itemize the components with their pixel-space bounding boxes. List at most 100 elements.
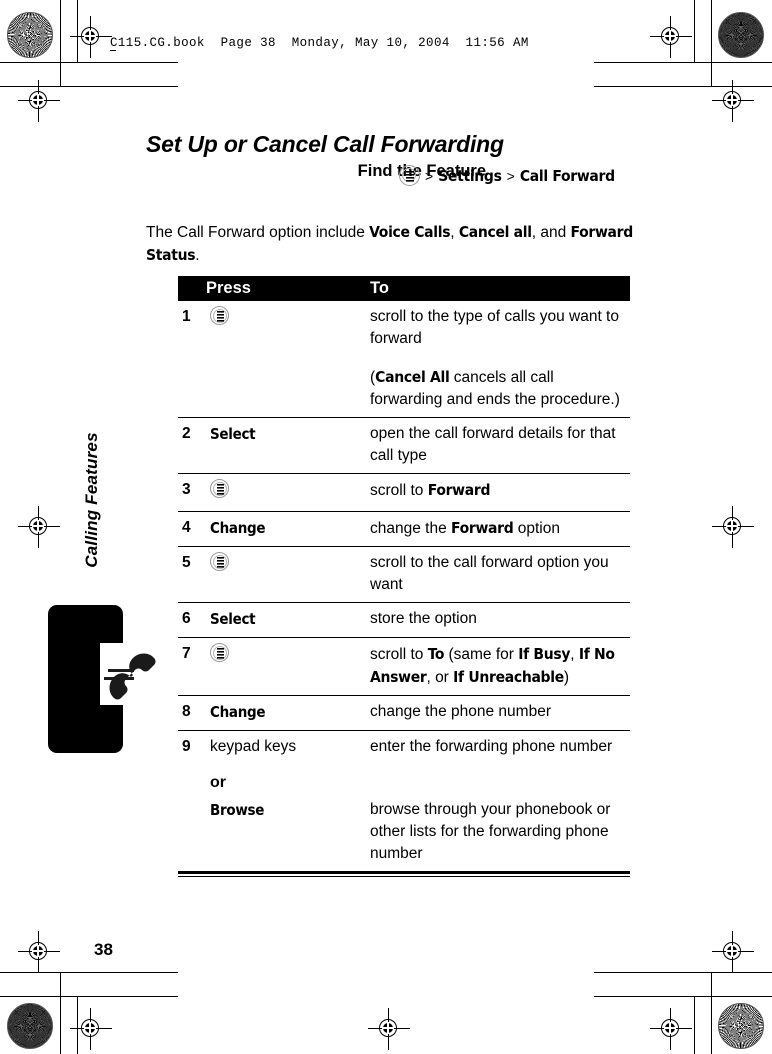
table-header-press: Press [206,279,251,297]
step-number: 6 [182,610,191,627]
table-bottom-rule [178,871,630,877]
table-row: 9 keypad keys enter the forwarding phone… [178,731,630,764]
step-press-cell: Change [202,517,370,540]
crop-line-tr-v [711,0,712,86]
table-header-row: Press To [178,276,630,301]
step-to-note: (Cancel All cancels all call forwarding … [370,366,626,411]
step-to-prefix: scroll to [370,482,428,499]
menu-path-settings: Settings [438,166,502,185]
alternative-separator-row: or [178,764,630,794]
find-the-feature-row: Find the Feature > Settings > Call Forwa… [146,160,636,188]
starburst-target-bl [7,1003,53,1049]
step-to-cell: open the call forward details for that c… [370,425,616,464]
step-press-cell: Change [202,701,370,724]
softkey-label-browse: Browse [210,801,265,819]
step-press-cell: Select [202,423,370,446]
intro-text-mid1: , [450,223,459,241]
table-row: 6 Select store the option [178,603,630,638]
step-to-suffix: ) [563,669,570,686]
crop-line-br-h2 [594,996,772,997]
registration-target-upper-right [712,80,754,122]
procedure-table: Press To 1 scroll to the type of calls y… [178,276,630,877]
registration-target-bottom-left [70,1008,112,1050]
note-term-cancel-all: Cancel All [375,368,450,386]
crop-line-br-v2 [694,996,695,1054]
crop-line-br-h [594,972,772,973]
step-to-mid3: , or [426,669,454,686]
step-to-term-to: To [427,645,445,663]
crop-line-tl-h [0,62,178,63]
step-to-cell: store the option [370,610,477,627]
crop-line-tr-v2 [694,0,695,62]
table-row: 2 Select open the call forward details f… [178,418,630,474]
step-press-cell: Browse [202,799,370,822]
softkey-label-select: Select [210,610,256,628]
menu-key-icon [210,552,229,571]
menu-key-icon [399,165,420,186]
step-to-cell: scroll to the call forward option you wa… [370,554,609,593]
intro-paragraph: The Call Forward option include Voice Ca… [146,221,636,267]
intro-term-cancel-all: Cancel all [458,222,532,241]
registration-target-top-right [650,16,692,58]
intro-text-after: . [195,246,200,264]
step-to-mid2: , [570,646,579,663]
step-number: 4 [182,519,191,536]
table-row: 5 scroll to the call forward option you … [178,547,630,603]
or-spacer [178,774,202,792]
running-file-header: C115.CG.book Page 38 Monday, May 10, 200… [110,36,529,50]
path-separator-2: > [506,167,515,184]
table-row: Browse browse through your phonebook or … [178,794,630,871]
table-header-to: To [370,279,389,297]
registration-target-top-left [70,16,112,58]
step-press-cell: keypad keys [202,736,370,758]
step-to-prefix: scroll to [370,646,428,663]
step-number: 7 [182,645,191,662]
step-number: 3 [182,481,191,498]
step-to-cell: scroll to To (same for If Busy, If No An… [370,643,630,689]
find-the-feature-path: > Settings > Call Forward [399,165,615,186]
starburst-target-br [718,1003,764,1049]
intro-term-voice-calls: Voice Calls [369,222,451,241]
menu-path-call-forward: Call Forward [519,166,615,185]
step-press-cell [202,552,370,578]
step-to-text: scroll to the type of calls you want to … [370,308,619,347]
step-number: 8 [182,703,191,720]
registration-target-bottom-right [650,1008,692,1050]
starburst-target-tl [7,12,53,58]
table-row: 8 Change change the phone number [178,696,630,731]
menu-key-icon [210,643,229,662]
starburst-target-tr [718,12,764,58]
softkey-label-change: Change [210,703,266,721]
step-to-cell: change the Forward option [370,517,630,540]
table-row: 3 scroll to Forward [178,474,630,512]
menu-key-icon [210,479,229,498]
registration-target-mid-left [18,506,60,548]
chapter-label: Calling Features [82,432,101,568]
step-to-term-forward: Forward [427,481,491,499]
step-to-prefix: change the [370,520,452,537]
crop-line-tr-h [594,62,772,63]
step-press-cell: Select [202,608,370,631]
step-press-cell [202,306,370,332]
step-to-term-if-unreachable: If Unreachable [453,668,564,686]
step-press-cell [202,643,370,669]
step-press-cell [202,479,370,505]
registration-target-mid-right [712,506,754,548]
crop-line-bl-v [60,972,61,1054]
step-number: 5 [182,554,191,571]
path-separator-1: > [425,167,434,184]
step-to-cell: scroll to the type of calls you want to … [370,306,630,411]
step-to-term-forward: Forward [451,519,514,537]
registration-target-upper-left [18,80,60,122]
or-label: or [210,774,226,791]
table-row: 1 scroll to the type of calls you want t… [178,301,630,418]
registration-target-bottom-center [368,1008,410,1050]
step-to-mid1: (same for [444,646,519,663]
step-to-term-if-busy: If Busy [518,645,571,663]
crop-line-bl-h2 [0,996,178,997]
table-row: 7 scroll to To (same for If Busy, If No … [178,638,630,696]
step-number: 2 [182,425,191,442]
table-row: 4 Change change the Forward option [178,512,630,547]
step-to-suffix: option [513,520,560,537]
step-to-cell: scroll to Forward [370,479,630,502]
